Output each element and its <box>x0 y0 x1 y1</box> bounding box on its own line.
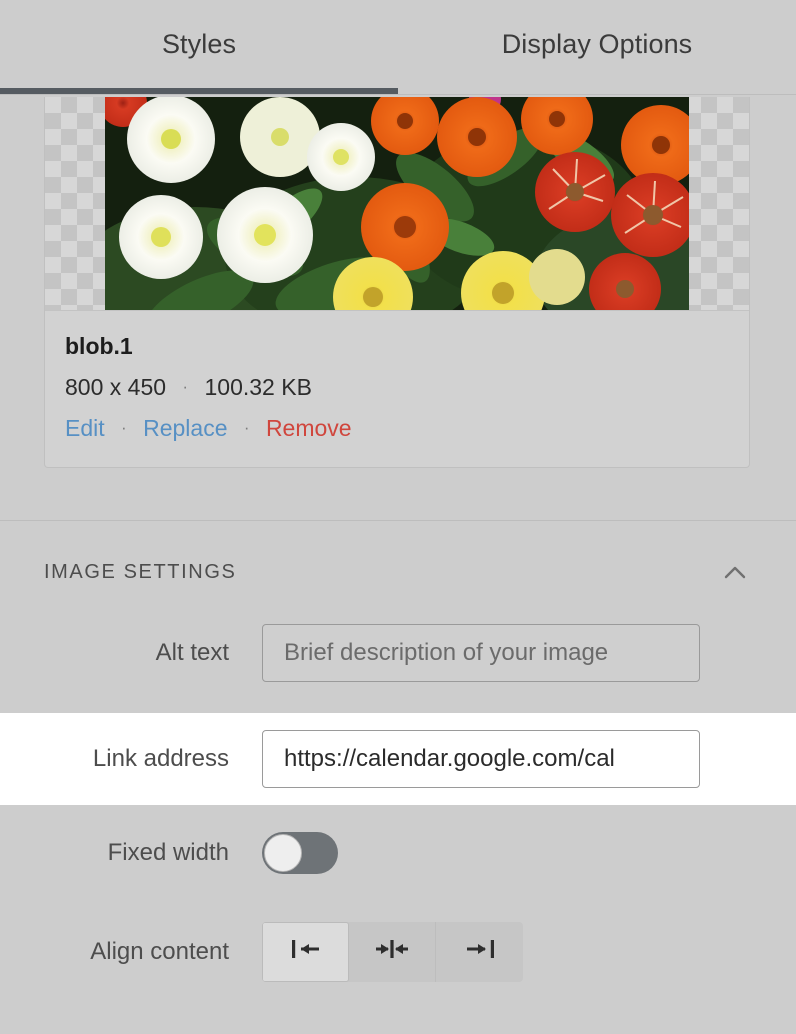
file-dimensions: 800 x 450 <box>65 374 167 400</box>
align-right-icon <box>462 936 498 967</box>
link-address-input[interactable]: https://calendar.google.com/cal <box>262 730 700 788</box>
edit-image-link[interactable]: Edit <box>65 415 105 441</box>
align-content-row: Align content <box>0 909 796 994</box>
section-divider <box>0 520 796 521</box>
align-left-icon <box>288 936 324 967</box>
align-center-icon <box>372 936 412 967</box>
align-content-button-group <box>262 921 523 982</box>
fixed-width-row: Fixed width <box>0 814 796 892</box>
alt-text-placeholder: Brief description of your image <box>284 638 609 666</box>
align-right-button[interactable] <box>436 922 523 982</box>
file-size: 100.32 KB <box>204 374 312 400</box>
tab-styles-label: Styles <box>161 29 237 59</box>
fixed-width-label: Fixed width <box>107 839 229 866</box>
action-separator-dot-2: · <box>243 418 250 437</box>
alt-text-input[interactable]: Brief description of your image <box>262 623 700 682</box>
chevron-up-icon[interactable] <box>722 560 748 586</box>
fixed-width-toggle[interactable] <box>262 832 338 874</box>
meta-separator-dot: · <box>182 377 189 396</box>
link-address-label: Link address <box>92 745 229 772</box>
align-center-button[interactable] <box>349 921 436 982</box>
file-name: blob.1 <box>65 333 133 359</box>
link-address-row: Link address https://calendar.google.com… <box>0 713 796 805</box>
image-settings-section-header[interactable]: IMAGE SETTINGS <box>0 544 796 600</box>
align-left-button[interactable] <box>262 921 349 982</box>
image-thumbnail[interactable] <box>105 97 689 310</box>
toggle-knob <box>264 834 302 872</box>
tab-styles[interactable]: Styles <box>0 0 398 97</box>
settings-scroll-area[interactable]: blob.1 800 x 450 · 100.32 KB Edit · Repl… <box>0 97 796 1034</box>
alt-text-label: Alt text <box>155 638 229 666</box>
action-separator-dot-1: · <box>121 418 127 437</box>
image-settings-title: IMAGE SETTINGS <box>44 560 237 583</box>
file-dimensions-and-size: 800 x 450 · 100.32 KB <box>65 372 729 402</box>
tab-display-options[interactable]: Display Options <box>398 0 796 97</box>
replace-image-link[interactable]: Replace <box>143 415 227 441</box>
image-file-meta: blob.1 800 x 450 · 100.32 KB Edit · Repl… <box>45 311 749 443</box>
image-block-settings-panel: Styles Display Options blob.1 800 x 450 … <box>0 0 796 1034</box>
link-address-value: https://calendar.google.com/cal <box>284 745 615 772</box>
image-file-card: blob.1 800 x 450 · 100.32 KB Edit · Repl… <box>44 97 750 468</box>
remove-image-link[interactable]: Remove <box>266 415 352 441</box>
file-action-links: Edit · Replace · Remove <box>65 413 729 443</box>
panel-scrollbar[interactable] <box>791 97 796 1034</box>
tab-bar: Styles Display Options <box>0 0 796 97</box>
image-preview-transparency-area <box>45 97 749 311</box>
alt-text-row: Alt text Brief description of your image <box>0 611 796 694</box>
align-content-label: Align content <box>90 937 229 965</box>
tab-display-options-label: Display Options <box>501 29 693 59</box>
tab-bar-divider <box>0 94 796 95</box>
